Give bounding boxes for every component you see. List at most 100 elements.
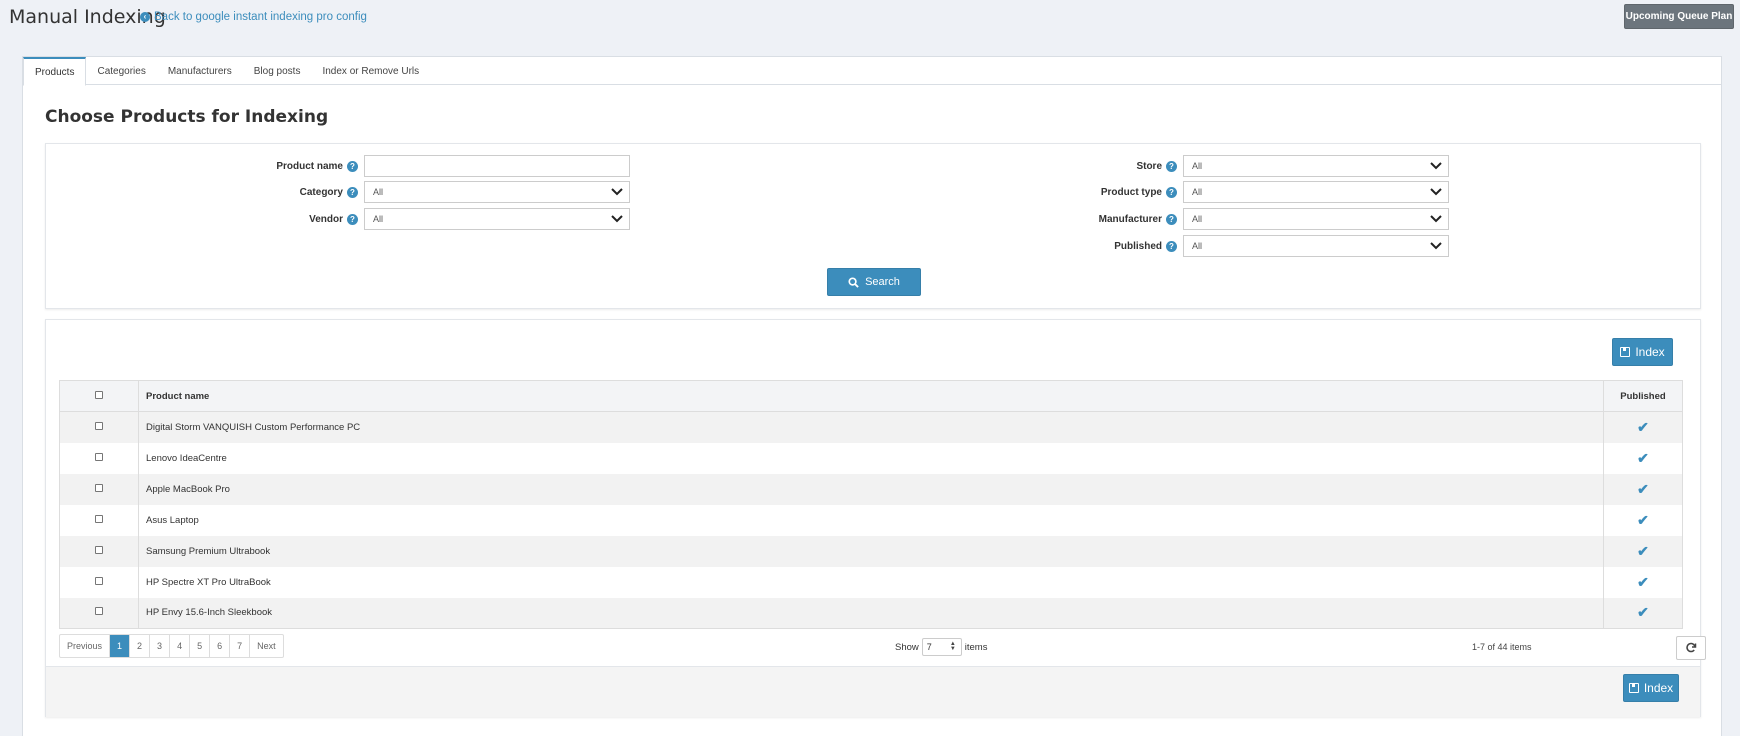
chevron-down-icon (1430, 162, 1442, 170)
tab-categories[interactable]: Categories (86, 57, 156, 85)
page-header: Manual Indexing ‹ Back to google instant… (0, 0, 1740, 44)
checkmark-icon: ✔ (1637, 511, 1649, 528)
search-icon (848, 276, 859, 288)
previous-page-button[interactable]: Previous (60, 635, 111, 657)
back-link[interactable]: ‹ Back to google instant indexing pro co… (140, 11, 367, 23)
pagination: Previous 1 2 3 4 5 6 7 Next (59, 634, 284, 658)
table-header-row: Product name Published (59, 380, 1683, 412)
table-row: HP Envy 15.6-Inch Sleekbook ✔ (59, 597, 1683, 629)
help-icon[interactable]: ? (1166, 186, 1177, 198)
search-button[interactable]: Search (827, 268, 921, 296)
product-name-cell: Apple MacBook Pro (138, 473, 1604, 505)
tab-products[interactable]: Products (23, 57, 87, 86)
help-icon[interactable]: ? (347, 160, 358, 172)
chevron-down-icon (1430, 188, 1442, 196)
checkmark-icon: ✔ (1637, 449, 1649, 466)
page-button-2[interactable]: 2 (130, 635, 151, 657)
filter-label: Manufacturer ? (846, 213, 1177, 225)
search-panel: Product name ? Category ? All Vendor ? A… (45, 143, 1701, 309)
product-name-cell: HP Spectre XT Pro UltraBook (138, 566, 1604, 598)
save-icon (1620, 347, 1631, 357)
page-button-5[interactable]: 5 (190, 635, 211, 657)
product-name-cell: Lenovo IdeaCentre (138, 442, 1604, 474)
arrow-left-circle-icon: ‹ (140, 12, 150, 22)
filter-label: Store ? (846, 160, 1177, 172)
page-size-control: Show 7 ▲ ▼ items (895, 638, 987, 656)
filter-label: Published ? (846, 240, 1177, 252)
help-icon[interactable]: ? (1166, 213, 1177, 225)
select-all-cell (59, 380, 139, 412)
filter-manufacturer: Manufacturer ? All (846, 207, 1449, 231)
row-checkbox[interactable] (95, 545, 103, 554)
row-checkbox[interactable] (95, 421, 103, 430)
filter-product-type: Product type ? All (846, 180, 1449, 204)
checkmark-icon: ✔ (1637, 418, 1649, 435)
table-row: Digital Storm VANQUISH Custom Performanc… (59, 411, 1683, 443)
save-icon (1628, 683, 1639, 693)
product-name-cell: Digital Storm VANQUISH Custom Performanc… (138, 411, 1604, 443)
back-link-label: Back to google instant indexing pro conf… (154, 11, 367, 23)
column-header-published[interactable]: Published (1603, 380, 1683, 412)
row-checkbox[interactable] (95, 607, 103, 616)
help-icon[interactable]: ? (1166, 160, 1177, 172)
chevron-down-icon (611, 188, 623, 196)
results-panel: Index Product name Published Digital Sto… (45, 319, 1706, 717)
row-checkbox[interactable] (95, 576, 103, 585)
upcoming-queue-plan-button[interactable]: Upcoming Queue Plan (1624, 4, 1734, 29)
main-card: Products Categories Manufacturers Blog p… (22, 56, 1722, 736)
index-button-bottom[interactable]: Index (1623, 674, 1679, 702)
refresh-button[interactable] (1676, 636, 1706, 660)
page-size-select[interactable]: 7 ▲ ▼ (921, 638, 962, 656)
page-button-4[interactable]: 4 (170, 635, 191, 657)
filter-label: Product name ? (46, 160, 358, 172)
filter-label: Vendor ? (46, 213, 358, 225)
store-select[interactable]: All (1183, 155, 1449, 177)
product-name-input[interactable] (364, 155, 630, 177)
table-row: Asus Laptop ✔ (59, 504, 1683, 536)
items-range-text: 1-7 of 44 items (1472, 642, 1532, 652)
refresh-icon (1686, 642, 1697, 653)
filter-category: Category ? All (46, 180, 646, 204)
product-name-cell: Samsung Premium Ultrabook (138, 535, 1604, 567)
manufacturer-select[interactable]: All (1183, 208, 1449, 230)
tab-bar: Products Categories Manufacturers Blog p… (23, 57, 1721, 86)
show-label: Show (895, 641, 919, 653)
filter-vendor: Vendor ? All (46, 207, 646, 231)
checkmark-icon: ✔ (1637, 604, 1649, 621)
category-select[interactable]: All (364, 181, 630, 203)
help-icon[interactable]: ? (347, 186, 358, 198)
product-name-cell: Asus Laptop (138, 504, 1604, 536)
tab-blog-posts[interactable]: Blog posts (243, 57, 312, 85)
help-icon[interactable]: ? (1166, 240, 1177, 252)
tab-manufacturers[interactable]: Manufacturers (157, 57, 243, 85)
filter-store: Store ? All (846, 154, 1449, 178)
tab-index-or-remove-urls[interactable]: Index or Remove Urls (311, 57, 430, 85)
column-header-product-name[interactable]: Product name (138, 380, 1604, 412)
checkmark-icon: ✔ (1637, 573, 1649, 590)
next-page-button[interactable]: Next (250, 635, 283, 657)
page-button-1[interactable]: 1 (110, 635, 131, 657)
product-type-select[interactable]: All (1183, 181, 1449, 203)
published-select[interactable]: All (1183, 235, 1449, 257)
results-footer: Index (46, 666, 1700, 717)
items-label: items (964, 641, 988, 653)
vendor-select[interactable]: All (364, 208, 630, 230)
table-row: HP Spectre XT Pro UltraBook ✔ (59, 566, 1683, 598)
index-button-top[interactable]: Index (1612, 338, 1673, 366)
page-button-3[interactable]: 3 (150, 635, 171, 657)
page-button-6[interactable]: 6 (210, 635, 231, 657)
filter-product-name: Product name ? (46, 154, 646, 178)
row-checkbox[interactable] (95, 452, 103, 461)
page-button-7[interactable]: 7 (230, 635, 251, 657)
row-checkbox[interactable] (95, 514, 103, 523)
filter-label: Product type ? (846, 186, 1177, 198)
checkmark-icon: ✔ (1637, 480, 1649, 497)
row-checkbox[interactable] (95, 483, 103, 492)
section-title: Choose Products for Indexing (45, 107, 329, 127)
chevron-down-icon (1430, 242, 1442, 250)
table-row: Apple MacBook Pro ✔ (59, 473, 1683, 505)
products-table: Product name Published Digital Storm VAN… (59, 380, 1683, 629)
table-row: Samsung Premium Ultrabook ✔ (59, 535, 1683, 567)
help-icon[interactable]: ? (347, 213, 358, 225)
select-all-checkbox[interactable] (95, 390, 103, 399)
